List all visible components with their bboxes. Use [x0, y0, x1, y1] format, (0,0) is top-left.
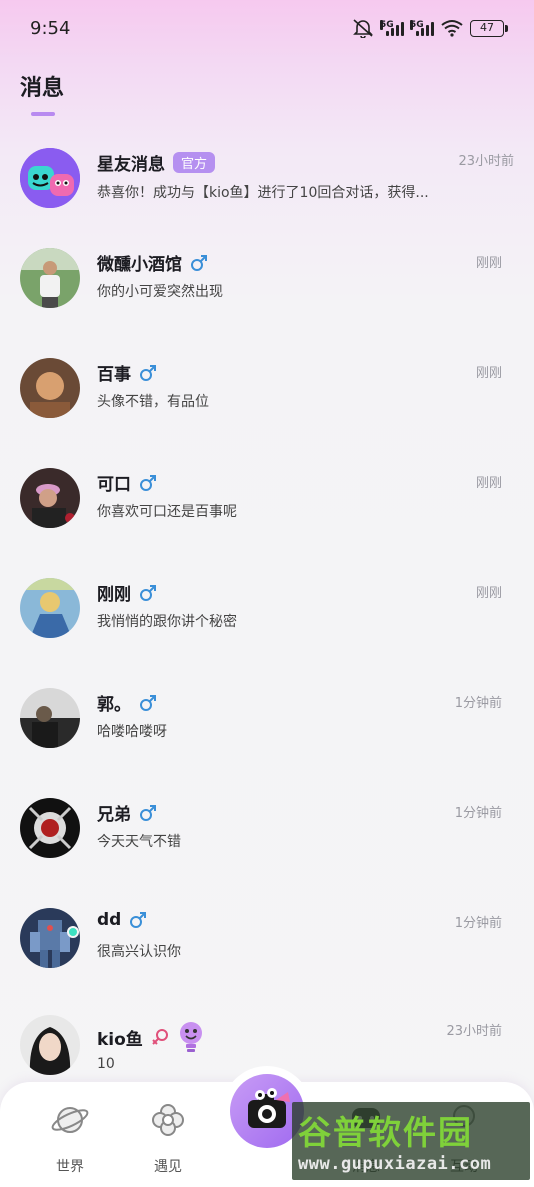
battery-icon: 47 [470, 19, 508, 37]
avatar [20, 688, 80, 748]
list-item[interactable]: 郭。 哈喽哈喽呀 1分钟前 [0, 680, 534, 790]
contact-name: 刚刚 [97, 585, 131, 605]
avatar [20, 248, 80, 308]
message-preview: 今天天气不错 [97, 834, 181, 850]
male-icon [140, 474, 156, 491]
message-time: 23小时前 [446, 1024, 502, 1039]
message-preview: 我悄悄的跟你讲个秘密 [97, 614, 237, 630]
contact-name: 可口 [97, 475, 131, 495]
lightbulb-sticker-icon [179, 1022, 202, 1052]
list-item[interactable]: 兄弟 今天天气不错 1分钟前 [0, 790, 534, 938]
message-time: 1分钟前 [454, 916, 502, 931]
signal-icon: 5G [380, 20, 404, 36]
avatar [20, 1015, 80, 1075]
list-item[interactable]: 可口 你喜欢可口还是百事呢 刚刚 [0, 460, 534, 570]
message-time: 刚刚 [475, 366, 502, 381]
avatar [20, 358, 80, 418]
message-time: 1分钟前 [454, 696, 502, 711]
flower-icon [152, 1104, 184, 1136]
male-icon [191, 254, 207, 271]
official-badge: 官方 [173, 152, 216, 173]
nav-meet[interactable]: 遇见 [138, 1100, 198, 1176]
name-row: kio鱼 [97, 1020, 205, 1054]
nav-world[interactable]: 世界 [40, 1100, 100, 1176]
name-row: 可口 [97, 470, 157, 495]
name-row: 百事 [97, 360, 157, 385]
avatar [20, 798, 80, 858]
contact-name: dd [97, 910, 122, 930]
list-item[interactable]: 微醺小酒馆 你的小可爱突然出现 刚刚 [0, 240, 534, 350]
avatar [20, 468, 80, 528]
signal-icon: 5G [410, 20, 434, 36]
message-preview: 很高兴认识你 [97, 944, 181, 960]
male-icon [140, 694, 156, 711]
message-preview: 你的小可爱突然出现 [97, 284, 223, 300]
male-icon [130, 912, 147, 928]
name-row: 刚刚 [97, 580, 157, 605]
female-icon [152, 1029, 168, 1045]
contact-name: 兄弟 [97, 805, 131, 825]
contact-name: 星友消息 [97, 155, 165, 175]
message-time: 刚刚 [475, 586, 502, 601]
contact-name: 郭。 [97, 695, 131, 715]
list-item[interactable]: 百事 头像不错，有品位 刚刚 [0, 350, 534, 460]
watermark: 谷普软件园 www.gupuxiazai.com [292, 1102, 530, 1180]
network-type-label: 5G [410, 20, 424, 30]
male-icon [140, 804, 156, 821]
message-time: 1分钟前 [454, 806, 502, 821]
message-time: 刚刚 [475, 476, 502, 491]
status-icons: 5G 5G 47 [352, 18, 508, 38]
wifi-icon [441, 20, 463, 37]
list-item[interactable]: dd 很高兴认识你 1分钟前 [0, 900, 534, 1010]
avatar [20, 148, 80, 208]
status-time: 9:54 [30, 18, 71, 39]
message-time: 23小时前 [458, 154, 514, 169]
title-underline [31, 112, 55, 116]
name-row: 微醺小酒馆 [97, 250, 208, 275]
watermark-logo: 谷普软件园 [298, 1113, 473, 1152]
avatar [20, 578, 80, 638]
avatar [20, 908, 80, 968]
contact-name: 微醺小酒馆 [97, 255, 182, 275]
network-type-label: 5G [380, 20, 394, 30]
nav-label: 世界 [56, 1159, 84, 1175]
message-preview: 头像不错，有品位 [97, 394, 209, 410]
nav-label: 遇见 [154, 1159, 182, 1175]
list-item[interactable]: 星友消息 官方 恭喜你！成功与【kio鱼】进行了10回合对话，获得... 23小… [0, 130, 534, 240]
online-indicator [67, 926, 79, 938]
contact-name: kio鱼 [97, 1029, 143, 1050]
contact-name: 百事 [97, 365, 131, 385]
message-time: 刚刚 [475, 256, 502, 271]
male-icon [140, 584, 156, 601]
planet-icon [51, 1107, 89, 1133]
message-preview: 哈喽哈喽呀 [97, 724, 167, 740]
name-row: 郭。 [97, 690, 157, 715]
message-preview: 你喜欢可口还是百事呢 [97, 504, 237, 520]
male-icon [140, 364, 156, 381]
mute-bell-icon [353, 19, 373, 38]
message-preview: 10 [97, 1056, 115, 1072]
message-preview: 恭喜你！成功与【kio鱼】进行了10回合对话，获得... [97, 185, 429, 201]
watermark-url: www.gupuxiazai.com [298, 1154, 492, 1174]
list-item[interactable]: 刚刚 我悄悄的跟你讲个秘密 刚刚 [0, 570, 534, 680]
page-title: 消息 [20, 76, 65, 101]
name-row: 星友消息 官方 [97, 150, 216, 175]
name-row: dd [97, 910, 147, 930]
status-bar: 9:54 5G 5G 47 [0, 0, 534, 60]
name-row: 兄弟 [97, 800, 157, 825]
